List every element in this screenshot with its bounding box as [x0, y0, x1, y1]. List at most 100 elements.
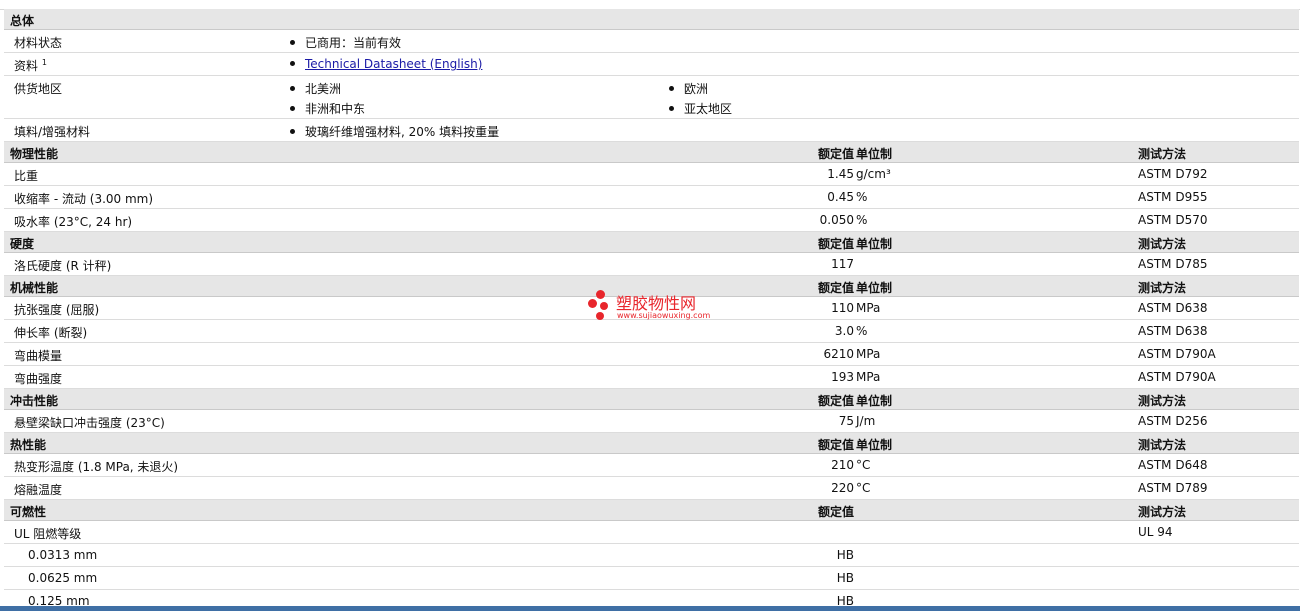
table-row: 0.0625 mm HB: [4, 567, 1299, 590]
table-row: 吸水率 (23°C, 24 hr) 0.050 % ASTM D570: [4, 209, 1299, 232]
col-header-value: 额定值: [817, 281, 854, 295]
bullet-icon: [290, 86, 295, 91]
row-filler: 填料/增强材料 玻璃纤维增强材料, 20% 填料按重量: [4, 119, 1299, 142]
property-unit: °C: [856, 458, 871, 472]
row-label: 填料/增强材料: [14, 125, 91, 139]
col-header-test: 测试方法: [1138, 281, 1187, 295]
region-item: 亚太地区: [669, 100, 732, 117]
section-header-physical: 物理性能 额定值 单位制 测试方法: [4, 142, 1299, 163]
section-title: 硬度: [10, 237, 35, 251]
section-header-impact: 冲击性能 额定值 单位制 测试方法: [4, 389, 1299, 410]
col-header-value: 额定值: [817, 394, 854, 408]
col-header-unit: 单位制: [856, 281, 893, 295]
col-header-value: 额定值: [817, 237, 854, 251]
bullet-icon: [669, 86, 674, 91]
filler-item: 玻璃纤维增强材料, 20% 填料按重量: [290, 123, 499, 140]
row-material-status: 材料状态 已商用：当前有效: [4, 30, 1299, 53]
watermark-logo: 塑胶物性网 www.sujiaowuxing.com: [586, 287, 721, 327]
table-row: 熔融温度 220 °C ASTM D789: [4, 477, 1299, 500]
row-label: 材料状态: [14, 36, 63, 50]
property-test: ASTM D789: [1138, 481, 1208, 495]
region-item: 欧洲: [669, 80, 708, 97]
table-row: 弯曲模量 6210 MPa ASTM D790A: [4, 343, 1299, 366]
property-value: 220: [831, 481, 854, 495]
logo-dot: [588, 299, 597, 308]
col-header-unit: 单位制: [856, 237, 893, 251]
property-unit: %: [856, 190, 868, 204]
col-header-test: 测试方法: [1138, 237, 1187, 251]
property-value: 75: [838, 414, 854, 428]
property-test: ASTM D790A: [1138, 347, 1216, 361]
col-header-test: 测试方法: [1138, 505, 1187, 519]
property-unit: MPa: [856, 301, 881, 315]
property-unit: MPa: [856, 370, 881, 384]
property-label: 抗张强度 (屈服): [14, 303, 100, 317]
row-label: 供货地区: [14, 82, 63, 96]
table-row: 弯曲强度 193 MPa ASTM D790A: [4, 366, 1299, 389]
logo-dot: [596, 290, 605, 299]
property-unit: %: [856, 324, 868, 338]
property-label: UL 阻燃等级: [14, 527, 82, 541]
property-value: 3.0: [834, 324, 854, 338]
property-label: 热变形温度 (1.8 MPa, 未退火): [14, 460, 179, 474]
table-row: 洛氏硬度 (R 计秤) 117 ASTM D785: [4, 253, 1299, 276]
section-header-hardness: 硬度 额定值 单位制 测试方法: [4, 232, 1299, 253]
property-label: 伸长率 (断裂): [14, 326, 88, 340]
property-test: ASTM D648: [1138, 458, 1208, 472]
bullet-icon: [669, 106, 674, 111]
section-title: 物理性能: [10, 147, 59, 161]
logo-dot: [600, 302, 608, 310]
property-value: 0.050: [819, 213, 854, 227]
property-label: 吸水率 (23°C, 24 hr): [14, 215, 133, 229]
property-label: 弯曲强度: [14, 372, 63, 386]
property-value: HB: [836, 548, 854, 562]
table-row: 收缩率 - 流动 (3.00 mm) 0.45 % ASTM D955: [4, 186, 1299, 209]
section-header-thermal: 热性能 额定值 单位制 测试方法: [4, 433, 1299, 454]
section-header-general: 总体: [4, 9, 1299, 30]
property-test: ASTM D638: [1138, 324, 1208, 338]
property-label: 熔融温度: [14, 483, 63, 497]
property-unit: %: [856, 213, 868, 227]
table-row: 比重 1.45 g/cm³ ASTM D792: [4, 163, 1299, 186]
technical-datasheet-link[interactable]: Technical Datasheet (English): [305, 57, 482, 71]
table-row: UL 阻燃等级 UL 94: [4, 521, 1299, 544]
col-header-test: 测试方法: [1138, 147, 1187, 161]
table-row: 热变形温度 (1.8 MPa, 未退火) 210 °C ASTM D648: [4, 454, 1299, 477]
row-availability: 供货地区 北美洲 欧洲 非洲和中东 亚太地区: [4, 76, 1299, 119]
property-label: 收缩率 - 流动 (3.00 mm): [14, 192, 154, 206]
property-value: 1.45: [827, 167, 854, 181]
bottom-bar: [0, 606, 1300, 611]
col-header-unit: 单位制: [856, 438, 893, 452]
property-value: 210: [831, 458, 854, 472]
property-label: 洛氏硬度 (R 计秤): [14, 259, 112, 273]
resource-item: Technical Datasheet (English): [290, 57, 482, 71]
property-label: 弯曲模量: [14, 349, 63, 363]
property-test: ASTM D570: [1138, 213, 1208, 227]
property-test: ASTM D638: [1138, 301, 1208, 315]
property-unit: °C: [856, 481, 871, 495]
property-test: UL 94: [1138, 525, 1173, 539]
row-label: 资料 1: [14, 58, 47, 73]
row-resources: 资料 1 Technical Datasheet (English): [4, 53, 1299, 76]
col-header-value: 额定值: [817, 438, 854, 452]
col-header-value: 额定值: [817, 147, 854, 161]
property-value: 110: [831, 301, 854, 315]
property-label: 悬壁梁缺口冲击强度 (23°C): [14, 416, 165, 430]
property-label: 0.0625 mm: [28, 571, 98, 585]
section-header-flammability: 可燃性 额定值 测试方法: [4, 500, 1299, 521]
property-value: 0.45: [827, 190, 854, 204]
col-header-test: 测试方法: [1138, 394, 1187, 408]
section-title: 总体: [10, 14, 35, 28]
col-header-unit: 单位制: [856, 147, 893, 161]
property-value: HB: [836, 571, 854, 585]
property-test: ASTM D790A: [1138, 370, 1216, 384]
section-title: 机械性能: [10, 281, 59, 295]
section-title: 冲击性能: [10, 394, 59, 408]
section-title: 热性能: [10, 438, 47, 452]
property-label: 0.0313 mm: [28, 548, 98, 562]
property-label: 比重: [14, 169, 39, 183]
table-row: 悬壁梁缺口冲击强度 (23°C) 75 J/m ASTM D256: [4, 410, 1299, 433]
section-title: 可燃性: [10, 505, 47, 519]
region-item: 北美洲: [290, 80, 341, 97]
region-item: 非洲和中东: [290, 100, 365, 117]
